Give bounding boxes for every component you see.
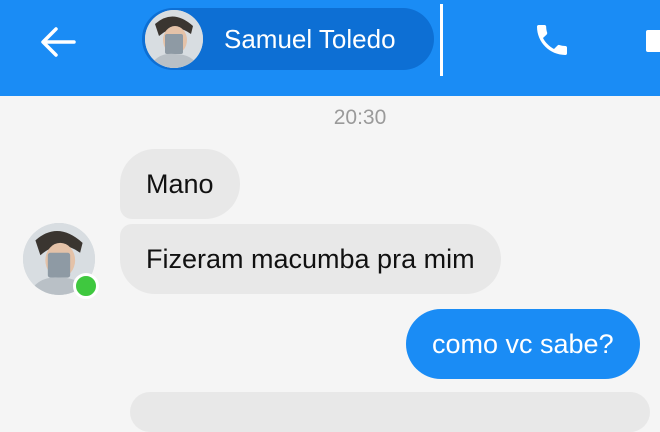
phone-icon — [537, 25, 567, 55]
back-arrow-icon — [41, 27, 76, 57]
message-timestamp: 20:30 — [333, 106, 387, 129]
chat-header: Samuel Toledo — [0, 0, 660, 96]
contact-name: Samuel Toledo — [224, 24, 396, 54]
online-status-indicator — [73, 273, 99, 299]
outgoing-message[interactable]: como vc sabe? — [406, 309, 640, 379]
video-call-button[interactable] — [640, 24, 660, 58]
video-camera-icon — [646, 30, 660, 52]
incoming-message-partial — [130, 392, 650, 432]
header-divider — [440, 4, 443, 76]
voice-call-button[interactable] — [526, 18, 578, 62]
incoming-message[interactable]: Mano — [120, 149, 240, 219]
contact-avatar — [145, 10, 203, 68]
incoming-message[interactable]: Fizeram macumba pra mim — [120, 224, 501, 294]
contact-info-button[interactable]: Samuel Toledo — [142, 8, 434, 70]
back-button[interactable] — [36, 22, 80, 62]
